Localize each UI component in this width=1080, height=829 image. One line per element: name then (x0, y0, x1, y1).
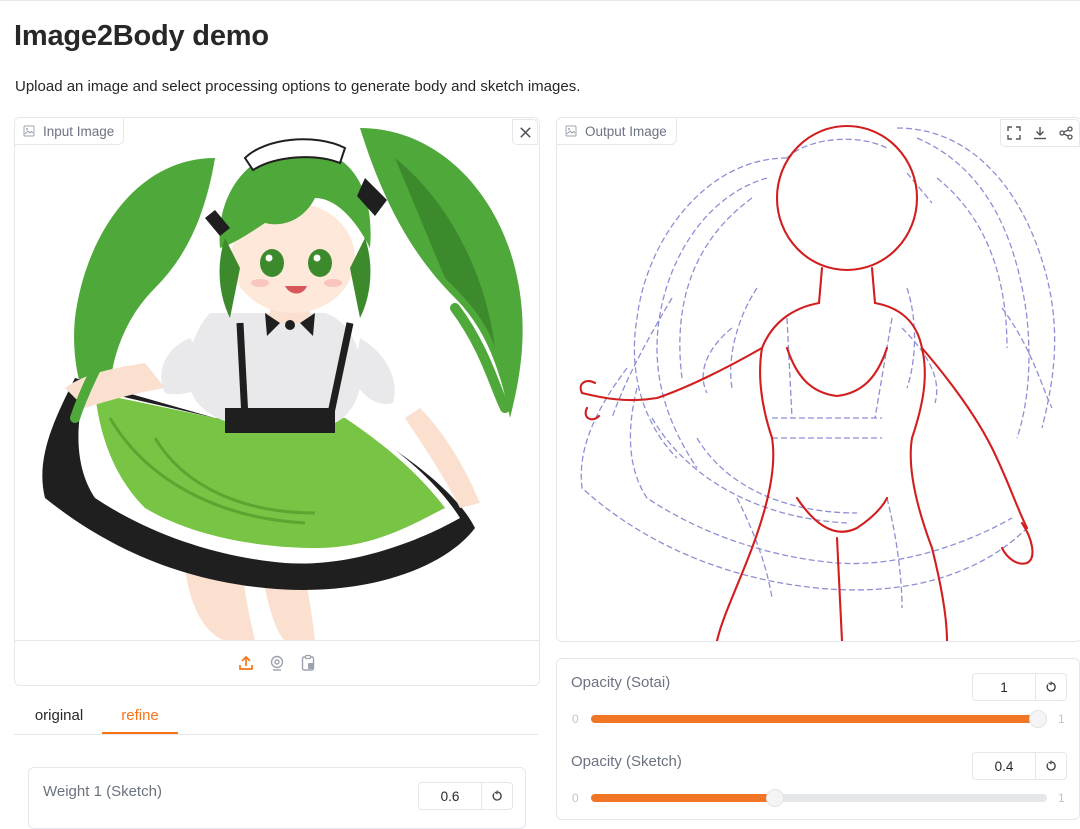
opacity-sotai-fill (591, 715, 1047, 723)
reset-icon[interactable] (1035, 674, 1066, 700)
download-icon[interactable] (1027, 120, 1053, 146)
top-divider (0, 0, 1080, 1)
output-image-preview (557, 118, 1080, 641)
close-icon[interactable] (512, 119, 538, 145)
weight1-sketch-number-group (418, 782, 513, 810)
tab-refine[interactable]: refine (102, 698, 178, 734)
opacity-sketch-min: 0 (572, 791, 579, 805)
input-source-toolbar (15, 640, 539, 685)
share-icon[interactable] (1053, 120, 1079, 146)
opacity-sketch-thumb[interactable] (766, 789, 785, 807)
opacity-sketch-number-group (972, 752, 1067, 780)
input-image-label: Input Image (15, 118, 125, 145)
opacity-controls: Opacity (Sotai) 0 1 Opacity (Sketch) 0 1 (556, 658, 1080, 820)
weight1-sketch-control: Weight 1 (Sketch) (28, 767, 526, 829)
opacity-sotai-max: 1 (1058, 712, 1065, 726)
clipboard-icon[interactable] (299, 654, 318, 673)
upload-icon[interactable] (237, 654, 256, 673)
reset-icon[interactable] (481, 783, 512, 809)
output-toolbar (1000, 119, 1080, 147)
opacity-sotai-min: 0 (572, 712, 579, 726)
output-image-label-text: Output Image (585, 123, 667, 139)
weight1-sketch-input[interactable] (419, 783, 481, 809)
opacity-sketch-max: 1 (1058, 791, 1065, 805)
fullscreen-icon[interactable] (1001, 120, 1027, 146)
opacity-sketch-input[interactable] (973, 753, 1035, 779)
output-image-label: Output Image (557, 118, 677, 145)
opacity-sotai-number-group (972, 673, 1067, 701)
input-image-panel[interactable]: Input Image (14, 117, 540, 686)
page-title: Image2Body demo (14, 20, 269, 52)
output-image-panel: Output Image (556, 117, 1080, 642)
image-icon (565, 125, 577, 137)
weight1-sketch-label: Weight 1 (Sketch) (43, 783, 162, 800)
input-image-preview (15, 118, 539, 641)
opacity-sketch-label: Opacity (Sketch) (571, 753, 682, 770)
opacity-sketch-fill (591, 794, 774, 802)
tab-original[interactable]: original (18, 698, 100, 733)
mode-tabs: original refine (14, 698, 538, 735)
opacity-sotai-thumb[interactable] (1029, 710, 1047, 728)
opacity-sketch-slider[interactable] (591, 789, 1047, 807)
reset-icon[interactable] (1035, 753, 1066, 779)
opacity-sotai-label: Opacity (Sotai) (571, 674, 671, 691)
opacity-sotai-slider[interactable] (591, 710, 1047, 728)
opacity-sotai-input[interactable] (973, 674, 1035, 700)
webcam-icon[interactable] (268, 654, 287, 673)
image-icon (23, 125, 35, 137)
input-image-label-text: Input Image (43, 123, 115, 139)
page-description: Upload an image and select processing op… (15, 78, 581, 95)
